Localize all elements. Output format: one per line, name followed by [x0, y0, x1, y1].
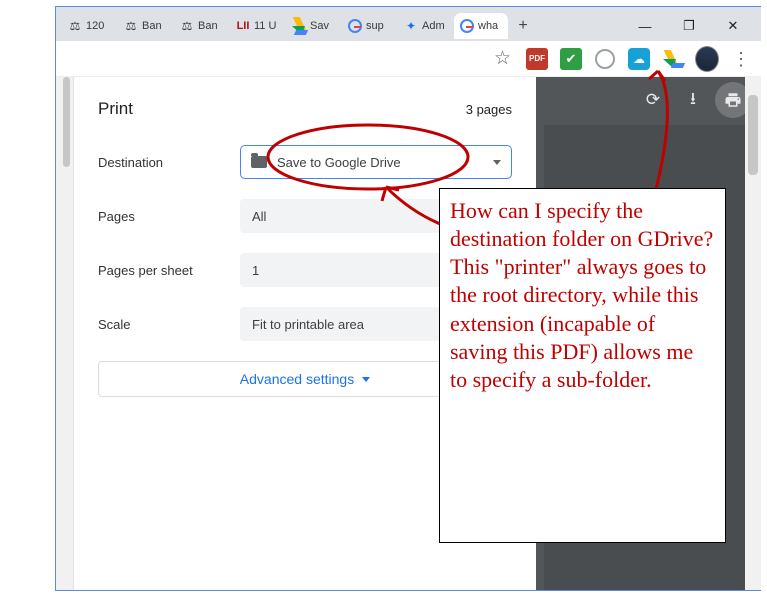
lii-icon: LII [236, 19, 250, 33]
google-drive-icon [292, 19, 306, 33]
reload-preview-button[interactable]: ⟳ [635, 82, 671, 118]
destination-dropdown[interactable]: Save to Google Drive [240, 145, 512, 179]
preview-toolbar: ⟳ ⭳ [536, 77, 761, 123]
save-to-drive-extension-icon[interactable] [661, 47, 685, 71]
admin-icon: ✦ [404, 19, 418, 33]
tab-label: wha [478, 20, 498, 32]
scale-value: Fit to printable area [252, 317, 364, 332]
annotation-textbox: How can I specify the destination folder… [439, 188, 726, 543]
close-button[interactable]: ✕ [711, 12, 755, 40]
pages-per-sheet-label: Pages per sheet [98, 263, 228, 278]
scales-icon: ⚖ [68, 19, 82, 33]
tab-label: Sav [310, 20, 329, 32]
chevron-down-icon [362, 377, 370, 382]
google-g-icon [348, 19, 362, 33]
bookmark-star-icon[interactable]: ☆ [494, 47, 511, 70]
download-button[interactable]: ⭳ [675, 82, 711, 118]
advanced-settings-label: Advanced settings [240, 371, 354, 387]
maximize-button[interactable]: ❐ [667, 12, 711, 40]
tab-6[interactable]: ✦ Adm [398, 13, 452, 39]
tab-7[interactable]: wha [454, 13, 508, 39]
preview-scrollbar[interactable] [745, 77, 761, 590]
destination-label: Destination [98, 155, 228, 170]
scales-icon: ⚖ [180, 19, 194, 33]
pages-value: All [252, 209, 266, 224]
tab-3[interactable]: LII 11 U [230, 13, 284, 39]
destination-value: Save to Google Drive [277, 155, 401, 170]
tab-strip: ⚖ 120 ⚖ Ban ⚖ Ban LII 11 U Sav sup [56, 7, 761, 41]
chrome-menu-button[interactable]: ⋮ [729, 47, 753, 71]
scales-icon: ⚖ [124, 19, 138, 33]
tab-label: 11 U [254, 20, 276, 32]
scale-label: Scale [98, 317, 228, 332]
tab-5[interactable]: sup [342, 13, 396, 39]
chevron-down-icon [493, 160, 501, 165]
page-count: 3 pages [466, 102, 512, 117]
printer-icon [724, 91, 742, 109]
tab-2[interactable]: ⚖ Ban [174, 13, 228, 39]
tab-label: Adm [422, 20, 445, 32]
left-scrollbar[interactable] [56, 77, 74, 590]
checkmark-extension-icon[interactable]: ✔ [559, 47, 583, 71]
pages-per-sheet-value: 1 [252, 263, 259, 278]
pages-label: Pages [98, 209, 228, 224]
tab-label: 120 [86, 20, 104, 32]
drive-folder-icon [251, 156, 267, 168]
swirl-extension-icon[interactable] [593, 47, 617, 71]
print-title: Print [98, 99, 133, 119]
window-controls: — ❐ ✕ [623, 12, 755, 40]
minimize-button[interactable]: — [623, 12, 667, 40]
scrollbar-thumb[interactable] [748, 95, 758, 175]
pdf-extension-icon[interactable]: PDF [525, 47, 549, 71]
tab-4[interactable]: Sav [286, 13, 340, 39]
tab-label: Ban [198, 20, 218, 32]
new-tab-button[interactable]: + [510, 13, 536, 39]
google-g-icon [460, 19, 474, 33]
cloud-extension-icon[interactable]: ☁ [627, 47, 651, 71]
tab-label: Ban [142, 20, 162, 32]
tab-label: sup [366, 20, 384, 32]
tab-1[interactable]: ⚖ Ban [118, 13, 172, 39]
tab-0[interactable]: ⚖ 120 [62, 13, 116, 39]
profile-avatar[interactable] [695, 47, 719, 71]
toolbar: ☆ PDF ✔ ☁ ⋮ [56, 41, 761, 77]
annotation-text: How can I specify the destination folder… [450, 198, 713, 392]
